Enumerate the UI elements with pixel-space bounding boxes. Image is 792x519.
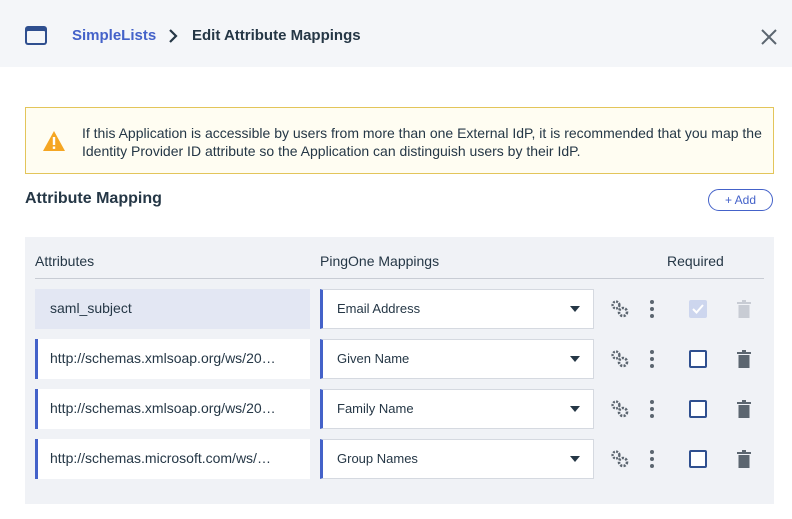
column-header-required: Required xyxy=(667,253,724,269)
check-icon xyxy=(692,304,704,314)
attribute-field[interactable]: http://schemas.xmlsoap.org/ws/20… xyxy=(35,389,310,429)
mapping-select[interactable]: Email Address xyxy=(320,289,594,329)
section-title: Attribute Mapping xyxy=(25,190,162,207)
column-header-mappings: PingOne Mappings xyxy=(320,253,440,269)
mapping-select[interactable]: Group Names xyxy=(320,439,594,479)
caret-down-icon xyxy=(570,306,580,312)
header-divider xyxy=(35,278,764,279)
mapping-select-value: Family Name xyxy=(337,401,414,416)
mapping-select-value: Group Names xyxy=(337,451,418,466)
column-header-attributes: Attributes xyxy=(35,253,95,269)
page-title: Edit Attribute Mappings xyxy=(192,27,361,44)
kebab-menu-icon[interactable] xyxy=(647,299,657,319)
mapping-select-value: Email Address xyxy=(337,301,421,316)
gears-icon[interactable] xyxy=(610,299,630,319)
kebab-menu-icon[interactable] xyxy=(647,349,657,369)
attribute-field[interactable]: http://schemas.xmlsoap.org/ws/20… xyxy=(35,339,310,379)
caret-down-icon xyxy=(570,406,580,412)
required-checkbox[interactable] xyxy=(689,400,707,418)
required-checkbox xyxy=(689,300,707,318)
breadcrumb-app-link[interactable]: SimpleLists xyxy=(72,27,156,44)
gears-icon[interactable] xyxy=(610,449,630,469)
gears-icon[interactable] xyxy=(610,399,630,419)
attribute-field[interactable]: http://schemas.microsoft.com/ws/… xyxy=(35,439,310,479)
trash-icon[interactable] xyxy=(737,400,751,418)
close-icon[interactable] xyxy=(760,28,778,46)
mapping-select[interactable]: Family Name xyxy=(320,389,594,429)
required-checkbox[interactable] xyxy=(689,350,707,368)
trash-icon[interactable] xyxy=(737,350,751,368)
add-button[interactable]: + Add xyxy=(708,189,773,211)
kebab-menu-icon[interactable] xyxy=(647,399,657,419)
kebab-menu-icon[interactable] xyxy=(647,449,657,469)
gears-icon[interactable] xyxy=(610,349,630,369)
attribute-field: saml_subject xyxy=(35,289,310,329)
chevron-right-icon xyxy=(169,29,178,43)
warning-text: If this Application is accessible by use… xyxy=(82,125,762,159)
trash-icon[interactable] xyxy=(737,450,751,468)
mapping-select-value: Given Name xyxy=(337,351,410,366)
app-window-icon xyxy=(25,26,47,45)
mapping-table: Attributes PingOne Mappings Required sam… xyxy=(25,237,774,504)
trash-icon xyxy=(737,300,751,318)
page-header: SimpleLists Edit Attribute Mappings xyxy=(0,0,792,67)
mapping-select[interactable]: Given Name xyxy=(320,339,594,379)
required-checkbox[interactable] xyxy=(689,450,707,468)
caret-down-icon xyxy=(570,456,580,462)
caret-down-icon xyxy=(570,356,580,362)
warning-triangle-icon xyxy=(43,131,65,151)
warning-banner: If this Application is accessible by use… xyxy=(25,107,774,174)
